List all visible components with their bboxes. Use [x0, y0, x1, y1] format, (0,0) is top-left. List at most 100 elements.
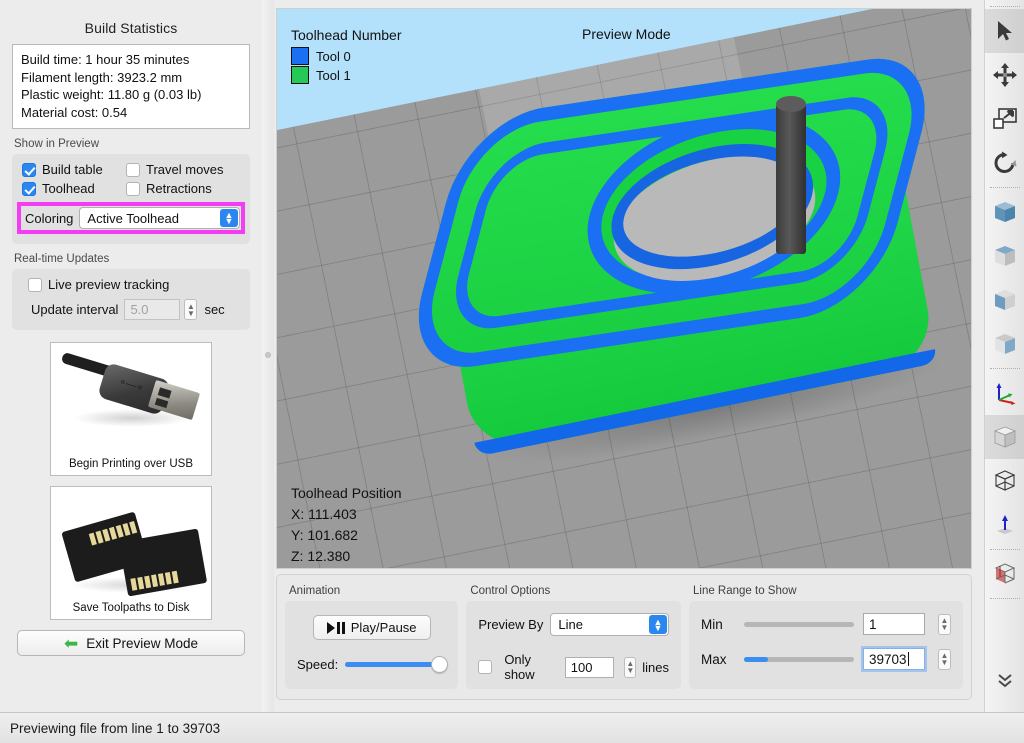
toolhead-position-readout: Toolhead Position X: 111.403 Y: 101.682 … [291, 483, 402, 567]
max-input-value: 39703 [869, 651, 907, 667]
coloring-label: Coloring [25, 210, 74, 226]
text-caret [907, 652, 909, 666]
axes-icon[interactable] [985, 371, 1024, 415]
expand-chevrons-icon[interactable] [985, 658, 1024, 702]
max-input[interactable]: 39703 [863, 648, 925, 670]
preview-by-dropdown[interactable]: Line ▲ ▼ [550, 613, 669, 636]
show-in-preview-label: Show in Preview [14, 138, 100, 150]
animation-group: Animation Play/Pause Speed: [285, 585, 459, 691]
legend-label-tool-1: Tool 1 [316, 67, 351, 83]
wireframe-view-icon[interactable] [985, 459, 1024, 503]
chevron-updown-icon[interactable]: ▲ ▼ [220, 209, 238, 227]
3d-model-preview [399, 39, 971, 559]
preview-by-label: Preview By [478, 617, 544, 632]
only-show-label: Only show [504, 652, 535, 682]
begin-printing-over-usb-label: Begin Printing over USB [68, 458, 193, 470]
max-label: Max [701, 651, 727, 667]
checkbox-live-preview-tracking-label: Live preview tracking [48, 277, 170, 292]
build-statistics-box: Build time: 1 hour 35 minutes Filament l… [12, 44, 250, 129]
min-stepper[interactable]: ▲ ▼ [938, 613, 951, 635]
max-stepper[interactable]: ▲ ▼ [938, 648, 951, 670]
checkbox-live-preview-tracking-box[interactable] [28, 277, 42, 292]
checkbox-toolhead-label: Toolhead [42, 181, 95, 196]
bottom-control-bar: Animation Play/Pause Speed: Control Opti… [276, 574, 972, 700]
view-cube-iso-icon[interactable] [985, 322, 1024, 366]
back-arrow-icon: ⬅ [63, 633, 79, 653]
realtime-updates-label: Real-time Updates [14, 253, 110, 265]
checkbox-build-table-label: Build table [42, 162, 103, 177]
min-slider[interactable] [744, 621, 854, 627]
toolhead-legend: Tool 0 Tool 1 [291, 47, 351, 85]
chevron-updown-icon[interactable]: ▲ ▼ [649, 615, 667, 634]
sidebar-splitter[interactable] [262, 0, 274, 712]
view-cube-top-icon[interactable] [985, 278, 1024, 322]
select-arrow-icon[interactable] [984, 9, 1024, 53]
3d-preview-viewport[interactable]: Toolhead Number Tool 0 Tool 1 Preview Mo… [276, 8, 972, 569]
view-cube-front-icon[interactable] [985, 190, 1024, 234]
speed-label: Speed: [297, 657, 339, 672]
line-range-group-label: Line Range to Show [693, 585, 797, 597]
coloring-highlight: Coloring Active Toolhead ▲ ▼ [17, 202, 245, 234]
scale-icon[interactable] [985, 97, 1024, 141]
checkbox-build-table-box[interactable] [22, 162, 36, 177]
preview-by-value: Line [558, 617, 583, 632]
material-cost-line: Material cost: 0.54 [21, 104, 128, 120]
normal-arrow-icon[interactable] [985, 503, 1024, 547]
toolhead-position-z: Z: 12.380 [291, 548, 351, 564]
max-slider[interactable] [744, 656, 854, 662]
plastic-weight-line: Plastic weight: 11.80 g (0.03 lb) [21, 87, 202, 102]
play-pause-icon [326, 621, 345, 634]
filament-length-line: Filament length: 3923.2 mm [21, 69, 183, 85]
solid-view-icon[interactable] [984, 415, 1024, 459]
build-time-line: Build time: 1 hour 35 minutes [21, 52, 190, 67]
status-bar-text: Previewing file from line 1 to 39703 [10, 720, 221, 736]
line-range-group: Line Range to Show Min 1 ▲ ▼ Max 39703 ▲… [689, 585, 963, 691]
view-cube-side-icon[interactable] [985, 234, 1024, 278]
play-pause-button[interactable]: Play/Pause [312, 615, 431, 640]
legend-title: Toolhead Number [291, 27, 402, 43]
page-title: Build Statistics [84, 20, 178, 36]
checkbox-build-table[interactable]: Build table [22, 162, 126, 177]
legend-swatch-tool-0 [291, 47, 309, 65]
save-toolpaths-to-disk-button[interactable]: Save Toolpaths to Disk [50, 486, 212, 620]
status-bar: Previewing file from line 1 to 39703 [0, 712, 1024, 743]
checkbox-retractions[interactable]: Retractions [126, 181, 212, 196]
legend-label-tool-0: Tool 0 [316, 48, 351, 64]
play-pause-label: Play/Pause [350, 620, 417, 635]
only-show-stepper[interactable]: ▲ ▼ [624, 656, 637, 678]
rotate-icon[interactable] [985, 141, 1024, 185]
coloring-dropdown[interactable]: Active Toolhead ▲ ▼ [79, 207, 240, 229]
checkbox-only-show[interactable] [478, 660, 493, 674]
begin-printing-over-usb-button[interactable]: ∘—∘ Begin Printing over USB [50, 342, 212, 476]
realtime-updates-group: Live preview tracking Update interval 5.… [12, 269, 250, 330]
exit-preview-mode-button[interactable]: ⬅ Exit Preview Mode [17, 630, 245, 656]
animation-group-label: Animation [289, 585, 341, 597]
speed-slider[interactable] [345, 656, 449, 673]
only-show-input[interactable]: 100 [564, 656, 615, 678]
sd-card-icon [55, 491, 207, 599]
checkbox-live-preview-tracking[interactable]: Live preview tracking [28, 277, 169, 292]
update-interval-unit: sec [204, 302, 225, 317]
move-icon[interactable] [985, 53, 1024, 97]
checkbox-travel-moves-label: Travel moves [146, 162, 224, 177]
exit-preview-mode-label: Exit Preview Mode [86, 635, 199, 651]
min-input[interactable]: 1 [863, 613, 925, 635]
checkbox-retractions-box[interactable] [126, 181, 140, 196]
right-toolbar [984, 0, 1024, 712]
cross-section-icon[interactable] [985, 552, 1024, 596]
speed-slider-knob[interactable] [431, 656, 449, 673]
update-interval-stepper[interactable]: ▲ ▼ [184, 299, 198, 320]
toolhead-position-title: Toolhead Position [291, 485, 402, 501]
update-interval-input[interactable]: 5.0 [124, 299, 181, 320]
checkbox-travel-moves[interactable]: Travel moves [126, 162, 224, 177]
splitter-handle-icon[interactable] [265, 352, 271, 358]
update-interval-label: Update interval [31, 302, 119, 317]
usb-cable-icon: ∘—∘ [55, 347, 207, 455]
checkbox-toolhead-box[interactable] [22, 181, 36, 196]
control-options-group-label: Control Options [470, 585, 551, 597]
checkbox-retractions-label: Retractions [146, 181, 212, 196]
checkbox-toolhead[interactable]: Toolhead [22, 181, 126, 196]
save-toolpaths-to-disk-label: Save Toolpaths to Disk [72, 602, 190, 614]
checkbox-travel-moves-box[interactable] [126, 162, 140, 177]
show-in-preview-group: Build table Travel moves Toolhead Retrac… [12, 154, 250, 244]
